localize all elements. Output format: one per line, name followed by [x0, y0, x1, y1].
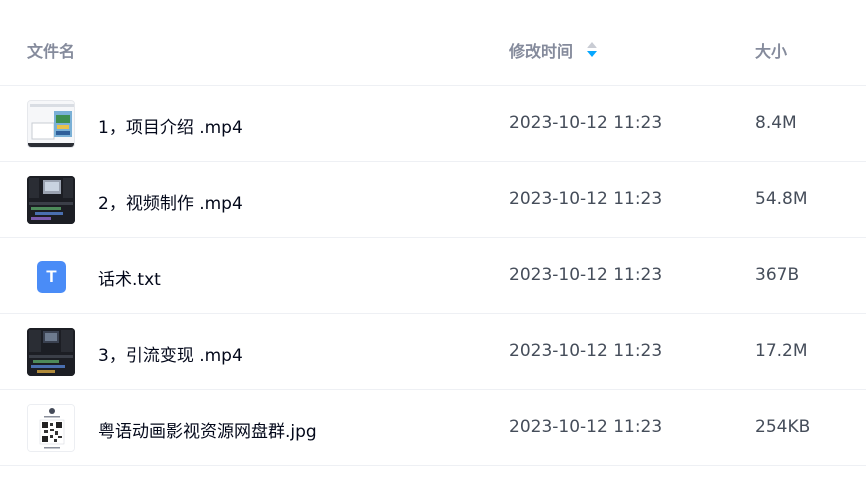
file-name[interactable]: 粤语动画影视资源网盘群.jpg: [98, 417, 317, 442]
file-row[interactable]: 粤语动画影视资源网盘群.jpg 2023-10-12 11:23 254KB: [0, 390, 866, 466]
file-size: 367B: [755, 265, 800, 285]
file-name[interactable]: 3，引流变现 .mp4: [98, 341, 243, 366]
file-size: 17.2M: [755, 341, 808, 361]
file-modified-time: 2023-10-12 11:23: [509, 265, 663, 285]
file-row[interactable]: 2，视频制作 .mp4 2023-10-12 11:23 54.8M: [0, 162, 866, 238]
video-thumbnail-icon: [27, 328, 75, 376]
sort-descending-icon: [587, 51, 598, 57]
file-name[interactable]: 2，视频制作 .mp4: [98, 189, 243, 214]
file-modified-time: 2023-10-12 11:23: [509, 417, 663, 437]
column-header-name[interactable]: 文件名: [27, 38, 75, 62]
column-header-modified-time[interactable]: 修改时间: [509, 38, 598, 62]
file-list-header: 文件名 修改时间 大小: [0, 0, 866, 86]
column-header-modified-time-label: 修改时间: [509, 42, 574, 61]
file-list: 文件名 修改时间 大小 1，项目介绍 .mp4 2023-10-12 11:23…: [0, 0, 866, 466]
file-row[interactable]: 1，项目介绍 .mp4 2023-10-12 11:23 8.4M: [0, 86, 866, 162]
file-size: 54.8M: [755, 189, 808, 209]
sort-icon[interactable]: [587, 42, 598, 58]
file-name[interactable]: 话术.txt: [98, 265, 161, 290]
video-thumbnail-icon: [27, 100, 75, 148]
file-size: 8.4M: [755, 113, 797, 133]
file-row[interactable]: T 话术.txt 2023-10-12 11:23 367B: [0, 238, 866, 314]
file-size: 254KB: [755, 417, 811, 437]
txt-file-icon: T: [37, 261, 66, 293]
file-name[interactable]: 1，项目介绍 .mp4: [98, 113, 243, 138]
column-header-size[interactable]: 大小: [755, 38, 787, 62]
image-thumbnail-icon: [27, 404, 75, 452]
file-modified-time: 2023-10-12 11:23: [509, 113, 663, 133]
video-thumbnail-icon: [27, 176, 75, 224]
file-row[interactable]: 3，引流变现 .mp4 2023-10-12 11:23 17.2M: [0, 314, 866, 390]
txt-file-icon-letter: T: [46, 267, 57, 286]
file-modified-time: 2023-10-12 11:23: [509, 189, 663, 209]
file-modified-time: 2023-10-12 11:23: [509, 341, 663, 361]
sort-ascending-icon: [587, 42, 598, 48]
